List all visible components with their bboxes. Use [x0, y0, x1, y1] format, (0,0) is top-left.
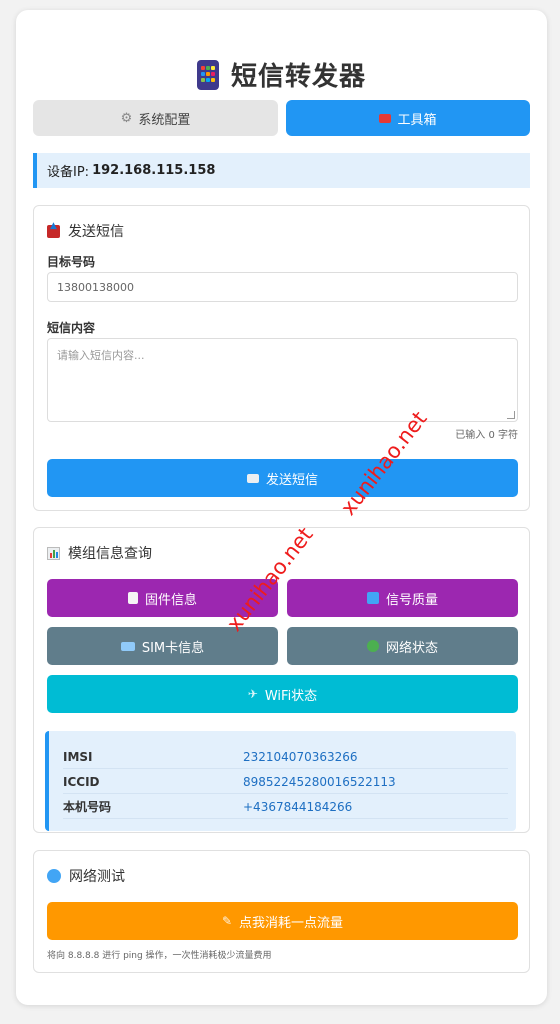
- sim-info-label: SIM卡信息: [141, 640, 205, 656]
- signal-quality-label: 信号质量: [385, 592, 438, 608]
- page-title: 短信转发器: [16, 56, 547, 93]
- app-title: 短信转发器: [230, 62, 366, 92]
- sms-content-label: 短信内容: [47, 321, 96, 335]
- mobile-phone-icon: [196, 59, 219, 90]
- target-number-placeholder: 13800138000: [57, 280, 134, 294]
- card-icon: [120, 641, 135, 651]
- send-sms-button-label: 发送短信: [265, 472, 318, 488]
- bar-chart-icon: [47, 546, 60, 560]
- info-key: 本机号码: [63, 800, 112, 814]
- info-key: ICCID: [63, 774, 100, 789]
- device-ip-value: 192.168.115.158: [92, 163, 216, 178]
- globe-icon: [366, 640, 379, 652]
- network-status-label: 网络状态: [385, 640, 438, 656]
- wifi-status-button[interactable]: ✈ WiFi状态: [47, 675, 518, 713]
- signal-bars-icon: [366, 592, 379, 604]
- signal-quality-button[interactable]: 信号质量: [287, 579, 518, 617]
- target-number-label: 目标号码: [47, 255, 96, 269]
- main-card: 短信转发器 ⚙ 系统配置 工具箱 设备IP: 192.168.115.158 ▲…: [16, 10, 547, 1005]
- send-sms-section: ▲ 发送短信 目标号码 13800138000 短信内容 请输入短信内容... …: [33, 205, 530, 511]
- info-value: 89852245280016522113: [243, 774, 396, 789]
- sms-content-placeholder: 请输入短信内容...: [57, 349, 145, 362]
- ping-note: 将向 8.8.8.8 进行 ping 操作，一次性消耗极少流量费用: [47, 951, 272, 961]
- satellite-icon: ✈: [247, 687, 258, 701]
- globe-icon: [47, 869, 61, 883]
- module-info-title: 模组信息查询: [47, 543, 152, 563]
- consume-traffic-label: 点我消耗一点流量: [239, 915, 344, 931]
- info-row: 本机号码 +4367844184266: [63, 795, 508, 819]
- sms-content-textarea[interactable]: 请输入短信内容...: [47, 338, 518, 422]
- network-status-button[interactable]: 网络状态: [287, 627, 518, 665]
- send-sms-button[interactable]: 发送短信: [47, 459, 518, 497]
- tab-system-config[interactable]: ⚙ 系统配置: [33, 100, 278, 136]
- clipboard-icon: [127, 592, 138, 604]
- target-number-input[interactable]: 13800138000: [47, 272, 518, 302]
- info-row: ICCID 89852245280016522113: [63, 770, 508, 794]
- wifi-status-label: WiFi状态: [264, 688, 318, 704]
- firmware-info-label: 固件信息: [144, 592, 197, 608]
- gear-icon: ⚙: [120, 110, 133, 126]
- network-test-section: 网络测试 ✎ 点我消耗一点流量 将向 8.8.8.8 进行 ping 操作，一次…: [33, 850, 530, 973]
- network-test-title: 网络测试: [47, 866, 125, 886]
- tab-config-label: 系统配置: [138, 112, 191, 128]
- network-test-title-text: 网络测试: [69, 869, 125, 885]
- sim-info-button[interactable]: SIM卡信息: [47, 627, 278, 665]
- send-sms-title-text: 发送短信: [68, 224, 124, 240]
- char-counter: 已输入 0 字符: [455, 430, 518, 441]
- module-info-title-text: 模组信息查询: [68, 546, 152, 562]
- consume-traffic-button[interactable]: ✎ 点我消耗一点流量: [47, 902, 518, 940]
- outbox-icon: ▲: [47, 221, 60, 238]
- toolbox-icon: [379, 113, 392, 123]
- tab-toolbox[interactable]: 工具箱: [286, 100, 530, 136]
- module-info-result: IMSI 232104070363266 ICCID 8985224528001…: [45, 731, 516, 831]
- syringe-icon: ✎: [221, 914, 233, 928]
- info-value: 232104070363266: [243, 749, 358, 764]
- device-ip-bar: 设备IP: 192.168.115.158: [33, 153, 530, 188]
- info-row: IMSI 232104070363266: [63, 745, 508, 769]
- send-sms-title: ▲ 发送短信: [47, 221, 124, 241]
- tab-tools-label: 工具箱: [397, 112, 437, 128]
- envelope-icon: [246, 473, 259, 483]
- info-value: +4367844184266: [243, 799, 353, 814]
- resize-handle[interactable]: [507, 411, 515, 419]
- info-key: IMSI: [63, 749, 93, 764]
- device-ip-label: 设备IP:: [47, 165, 90, 180]
